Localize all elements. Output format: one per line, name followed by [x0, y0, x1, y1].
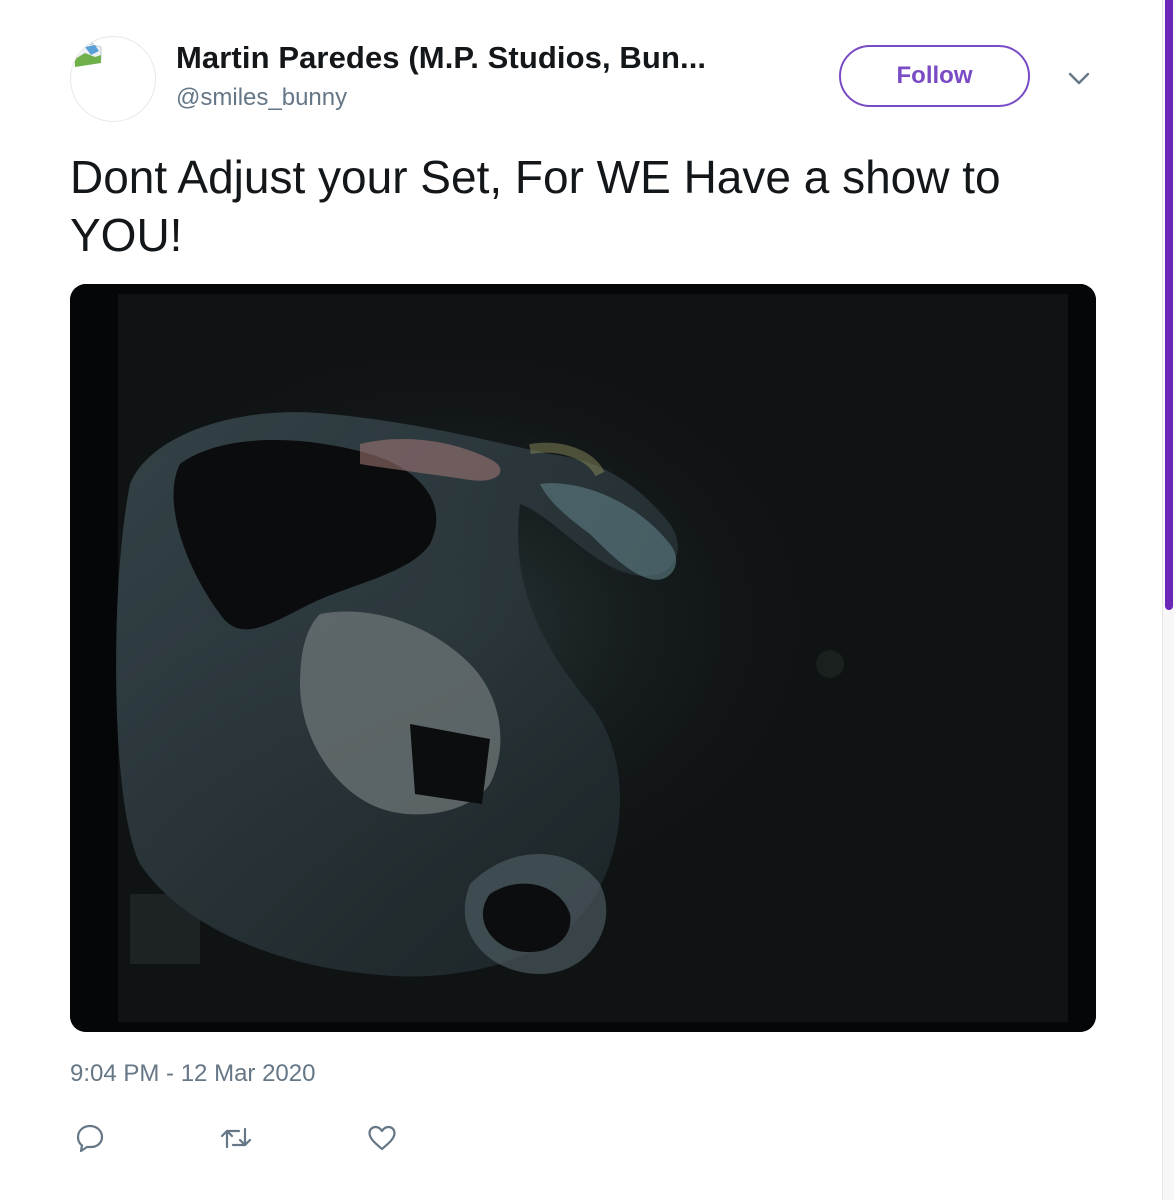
author-display-name[interactable]: Martin Paredes (M.P. Studios, Bun...	[176, 40, 706, 76]
retweet-icon	[220, 1127, 252, 1149]
chevron-down-icon	[1068, 72, 1090, 85]
page: Martin Paredes (M.P. Studios, Bun... @sm…	[0, 0, 1174, 1200]
retweet-button[interactable]	[216, 1118, 256, 1158]
scrollbar[interactable]	[1162, 0, 1174, 1200]
author-avatar[interactable]	[70, 36, 156, 122]
broken-image-icon	[74, 37, 102, 67]
like-button[interactable]	[362, 1118, 402, 1158]
tweet-card: Martin Paredes (M.P. Studios, Bun... @sm…	[0, 0, 1162, 1200]
follow-button[interactable]: Follow	[839, 45, 1030, 107]
reply-button[interactable]	[70, 1118, 110, 1158]
heart-icon	[368, 1125, 396, 1151]
more-options-button[interactable]	[1062, 64, 1096, 94]
video-frame	[70, 284, 1096, 1032]
tweet-timestamp[interactable]: 9:04 PM - 12 Mar 2020	[70, 1060, 315, 1088]
author-handle[interactable]: @smiles_bunny	[176, 84, 347, 112]
tweet-media-video[interactable]	[70, 284, 1096, 1032]
scrollbar-thumb[interactable]	[1165, 0, 1173, 610]
tweet-text: Dont Adjust your Set, For WE Have a show…	[70, 151, 1001, 261]
reply-icon	[76, 1124, 104, 1153]
